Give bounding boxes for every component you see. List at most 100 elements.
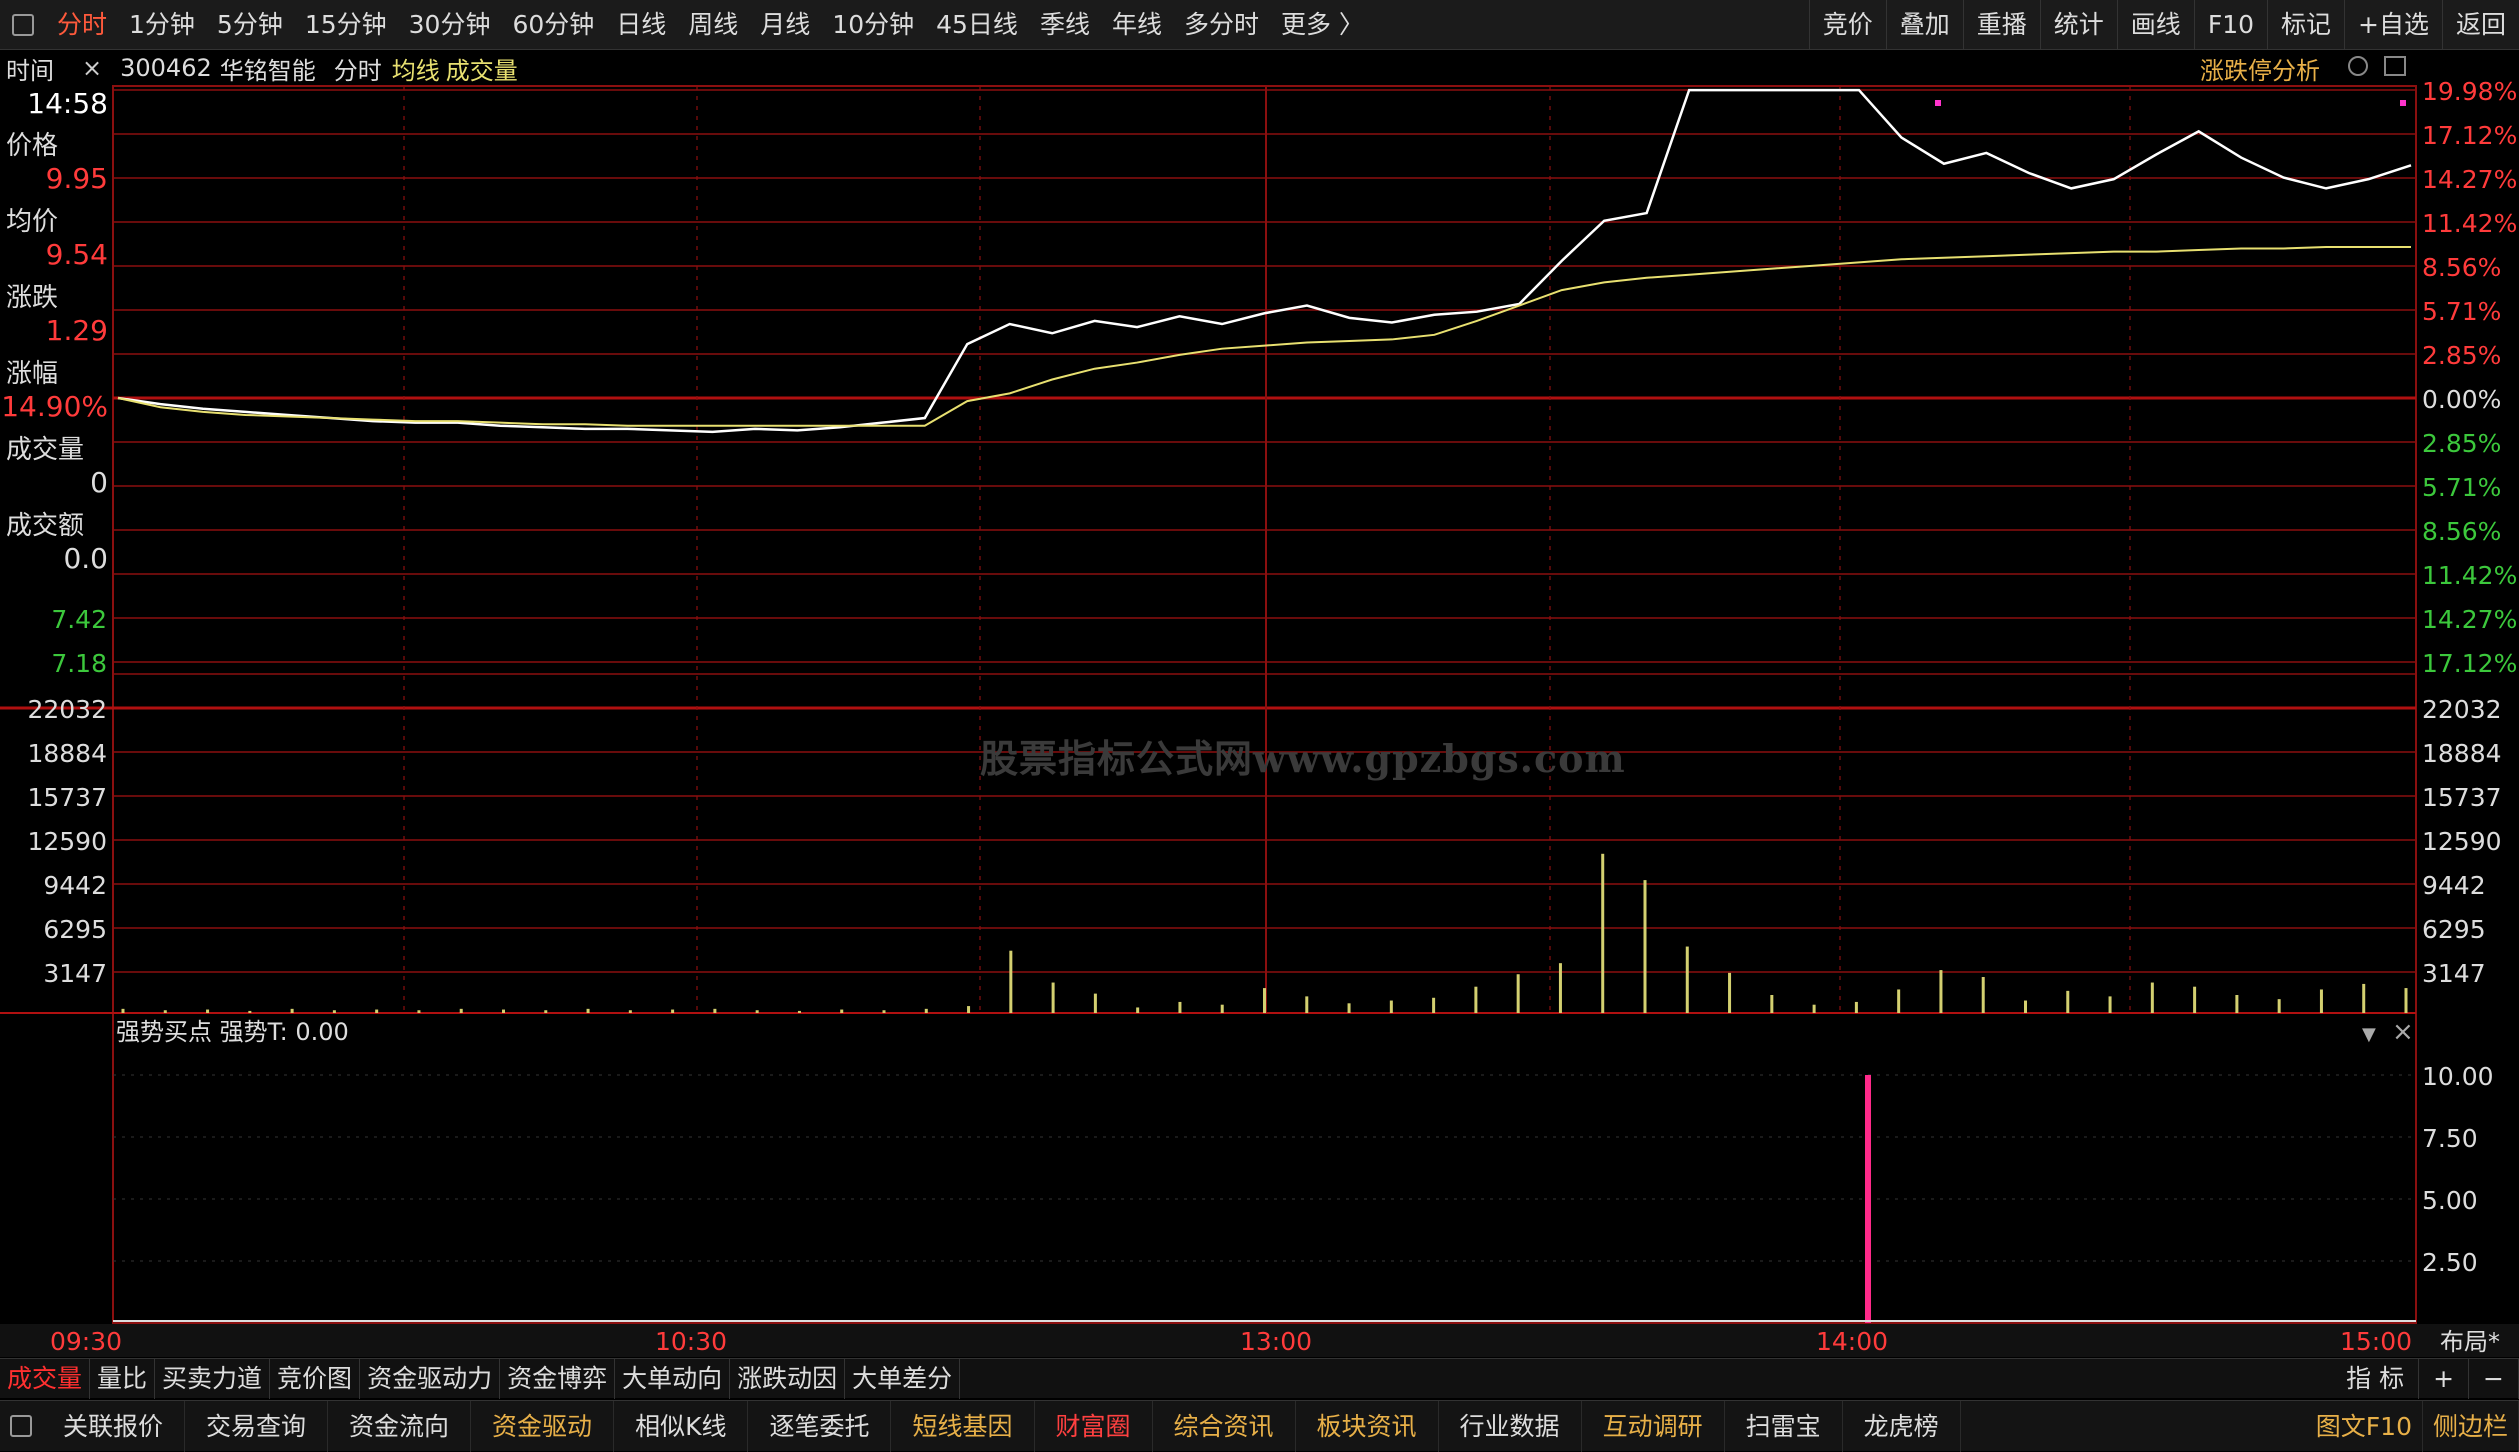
function-bar: 关联报价 交易查询 资金流向 资金驱动 相似K线 逐笔委托 短线基因 财富圈 综合资讯 板块资讯行… xyxy=(0,1400,2519,1452)
volume-bar xyxy=(1939,970,1943,1013)
indicator-control-1[interactable]: + xyxy=(2419,1358,2470,1399)
indicator-tab-0[interactable]: 成交量 xyxy=(0,1358,91,1399)
pct-label: 涨幅 xyxy=(6,359,59,389)
volume-bar xyxy=(2235,995,2239,1013)
pct-axis-label: 17.12% xyxy=(2422,649,2517,678)
volume-bar xyxy=(332,1010,336,1013)
pct-axis-label: 11.42% xyxy=(2422,209,2517,238)
volume-bar xyxy=(1812,1004,1816,1013)
function-button-10[interactable]: 行业数据 xyxy=(1439,1400,1582,1452)
volume-label-left: 成交量 xyxy=(6,435,85,465)
volume-bar xyxy=(2362,983,2366,1013)
volume-bar xyxy=(502,1009,505,1013)
volume-bar xyxy=(544,1010,548,1013)
function-button-4[interactable]: 相似K线 xyxy=(614,1400,749,1452)
function-button-8[interactable]: 综合资讯 xyxy=(1153,1400,1296,1452)
function-button-9[interactable]: 板块资讯 xyxy=(1296,1400,1439,1452)
indicator-title: 强势买点 强势T: 0.00 xyxy=(116,1018,349,1046)
volume-bar xyxy=(882,1010,886,1013)
volume-bar xyxy=(924,1008,928,1013)
pct-axis-label: 8.56% xyxy=(2422,517,2501,546)
function-button-12[interactable]: 扫雷宝 xyxy=(1725,1400,1843,1452)
side-button-1[interactable]: 侧边栏 xyxy=(2423,1400,2519,1452)
volume-bar xyxy=(1897,989,1901,1013)
function-button-7[interactable]: 财富圈 xyxy=(1035,1400,1153,1452)
current-time: 14:58 xyxy=(27,87,108,120)
volume-bar xyxy=(755,1010,759,1013)
function-button-0[interactable]: 关联报价 xyxy=(42,1400,186,1452)
volume-bar xyxy=(1474,986,1478,1013)
pct-axis-label: 14.27% xyxy=(2422,605,2517,634)
indicator-close-icon: × xyxy=(2392,1017,2414,1047)
price-value: 9.95 xyxy=(45,162,108,195)
signal-bar xyxy=(1865,1075,1871,1323)
limit-marker xyxy=(1935,100,1941,106)
volume-axis-label-right: 6295 xyxy=(2422,915,2486,944)
avg-value: 9.54 xyxy=(45,238,108,271)
volume-bar xyxy=(1770,995,1774,1013)
intraday-chart: 19.98% 17.12% 14.27% 11.42% 8.56% 5.71% 2.85% 0… xyxy=(0,77,2519,1357)
pct-axis-label: 17.12% xyxy=(2422,121,2517,150)
volume-bar xyxy=(1136,1007,1140,1013)
pct-axis-label: 11.42% xyxy=(2422,561,2517,590)
time-axis-label: 10:30 xyxy=(655,1327,727,1356)
volume-bar xyxy=(671,1009,675,1013)
volume-bar xyxy=(290,1008,294,1013)
pct-axis-label: 0.00% xyxy=(2422,385,2501,414)
volume-bar xyxy=(1854,1001,1858,1013)
indicator-tab-3[interactable]: 竞价图 xyxy=(270,1358,361,1399)
volume-bar xyxy=(1981,977,1985,1013)
indicator-tab-6[interactable]: 大单动向 xyxy=(615,1358,731,1399)
plot-frame xyxy=(112,85,2417,1324)
volume-bar xyxy=(1220,1004,1224,1013)
change-value: 1.29 xyxy=(45,314,108,347)
volume-bar xyxy=(1051,982,1055,1013)
function-button-2[interactable]: 资金流向 xyxy=(328,1400,472,1452)
indicator-tab-5[interactable]: 资金博弈 xyxy=(500,1358,616,1399)
pct-axis-label: 8.56% xyxy=(2422,253,2501,282)
function-button-11[interactable]: 互动调研 xyxy=(1582,1400,1725,1452)
pct-axis-label: 2.85% xyxy=(2422,429,2501,458)
volume-bar xyxy=(2404,988,2408,1013)
function-button-13[interactable]: 龙虎榜 xyxy=(1843,1400,1961,1452)
indicator-tab-4[interactable]: 资金驱动力 xyxy=(360,1358,501,1399)
menu-icon[interactable] xyxy=(10,1415,32,1437)
volume-bar xyxy=(1093,993,1097,1013)
indicator-axis-label: 10.00 xyxy=(2422,1062,2494,1091)
time-axis-label: 09:30 xyxy=(50,1327,122,1356)
limit-marker xyxy=(2400,100,2406,106)
indicator-tab-2[interactable]: 买卖力道 xyxy=(155,1358,271,1399)
indicator-control-2[interactable]: − xyxy=(2469,1358,2519,1399)
volume-bar xyxy=(163,1010,167,1013)
volume-bar xyxy=(1728,972,1732,1013)
layout-button: 布局* xyxy=(2440,1328,2500,1356)
volume-bar xyxy=(459,1008,463,1013)
side-button-0[interactable]: 图文F10 xyxy=(2306,1400,2423,1452)
avg-label: 均价 xyxy=(6,207,59,237)
function-button-5[interactable]: 逐笔委托 xyxy=(748,1400,892,1452)
indicator-control-0[interactable]: 指 标 xyxy=(2332,1358,2420,1399)
volume-axis-label-right: 22032 xyxy=(2422,695,2502,724)
indicator-axis-label: 2.50 xyxy=(2422,1248,2478,1277)
function-button-6[interactable]: 短线基因 xyxy=(891,1400,1035,1452)
pct-axis-label: 2.85% xyxy=(2422,341,2501,370)
volume-bar xyxy=(1305,996,1309,1013)
volume-axis-label-right: 12590 xyxy=(2422,827,2502,856)
volume-axis-label-right: 15737 xyxy=(2422,783,2502,812)
volume-bar xyxy=(840,1009,844,1013)
quote-panel: 14:58 价格 9.95 均价 9.54 涨跌 1.29 涨幅 14.90% … xyxy=(0,85,112,1325)
function-button-1[interactable]: 交易查询 xyxy=(185,1400,329,1452)
volume-bar xyxy=(1432,997,1436,1013)
volume-value: 0 xyxy=(90,466,108,499)
indicator-tab-7[interactable]: 涨跌动因 xyxy=(730,1358,846,1399)
price-line xyxy=(117,88,2412,434)
indicator-tabs: 成交量 量比 买卖力道 竞价图 资金驱动力 资金博弈 大单动向 涨跌动因 大单差分 指 标 + − xyxy=(0,1358,2519,1399)
volume-axis-label-right: 9442 xyxy=(2422,871,2486,900)
volume-bar xyxy=(2108,996,2112,1013)
indicator-tab-1[interactable]: 量比 xyxy=(90,1358,156,1399)
pct-axis-label: 5.71% xyxy=(2422,473,2501,502)
pct-axis-label: 5.71% xyxy=(2422,297,2501,326)
indicator-tab-8[interactable]: 大单差分 xyxy=(845,1358,961,1399)
function-button-3[interactable]: 资金驱动 xyxy=(471,1400,615,1452)
time-axis-label: 15:00 xyxy=(2340,1327,2412,1356)
